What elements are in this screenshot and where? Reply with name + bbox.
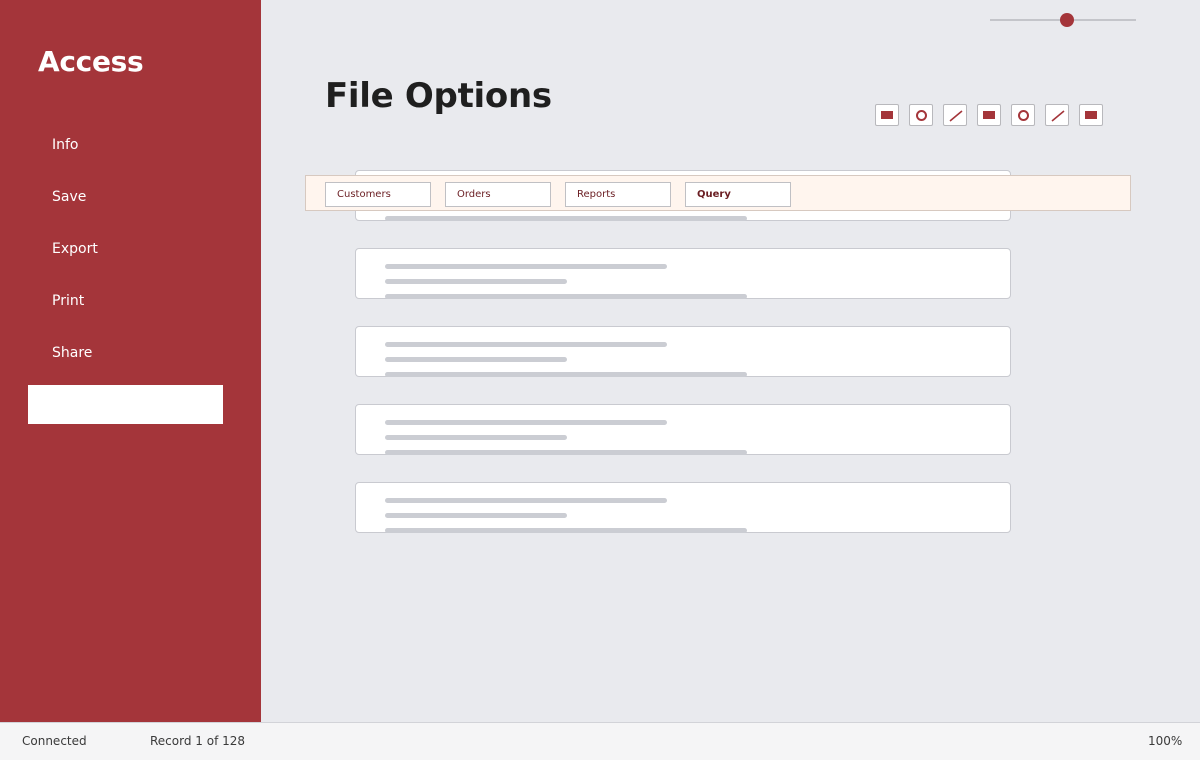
sidebar-item-share[interactable]: Share [52, 345, 92, 361]
placeholder-line [385, 420, 667, 425]
line-icon [949, 110, 963, 122]
line-tool-button[interactable] [1045, 104, 1069, 126]
tab-reports[interactable]: Reports [565, 182, 671, 207]
tab-orders[interactable]: Orders [445, 182, 551, 207]
option-card[interactable] [355, 404, 1011, 455]
sidebar: Access Info Save Export Print Share [0, 0, 261, 722]
rectangle-icon [881, 111, 893, 119]
sidebar-item-options-selected[interactable] [28, 385, 223, 424]
status-bar: Connected Record 1 of 128 100% [0, 722, 1200, 760]
placeholder-line [385, 372, 747, 377]
zoom-level: 100% [1148, 734, 1183, 748]
placeholder-line [385, 357, 567, 362]
rectangle-tool-button[interactable] [977, 104, 1001, 126]
line-tool-button[interactable] [943, 104, 967, 126]
placeholder-line [385, 279, 567, 284]
placeholder-line [385, 435, 567, 440]
rectangle-tool-button[interactable] [875, 104, 899, 126]
circle-icon [1018, 110, 1029, 121]
circle-tool-button[interactable] [1011, 104, 1035, 126]
option-card[interactable] [355, 326, 1011, 377]
app-title: Access [38, 45, 144, 78]
sidebar-item-save[interactable]: Save [52, 189, 86, 205]
sidebar-item-export[interactable]: Export [52, 241, 98, 257]
line-icon [1051, 110, 1065, 122]
rectangle-icon [983, 111, 995, 119]
rectangle-icon [1085, 111, 1097, 119]
circle-tool-button[interactable] [909, 104, 933, 126]
placeholder-line [385, 450, 747, 455]
placeholder-line [385, 342, 667, 347]
tab-query[interactable]: Query [685, 182, 791, 207]
sidebar-item-info[interactable]: Info [52, 137, 79, 153]
zoom-slider-handle[interactable] [1060, 13, 1074, 27]
record-counter: Record 1 of 128 [150, 734, 246, 748]
placeholder-line [385, 216, 747, 221]
connection-status: Connected [22, 734, 87, 748]
option-card[interactable] [355, 248, 1011, 299]
placeholder-line [385, 294, 747, 299]
circle-icon [916, 110, 927, 121]
page-title: File Options [325, 76, 552, 116]
object-tab-strip: Customers Orders Reports Query [305, 175, 1131, 211]
placeholder-line [385, 528, 747, 533]
rectangle-tool-button[interactable] [1079, 104, 1103, 126]
placeholder-line [385, 498, 667, 503]
tab-customers[interactable]: Customers [325, 182, 431, 207]
placeholder-line [385, 513, 567, 518]
sidebar-item-print[interactable]: Print [52, 293, 84, 309]
option-card[interactable] [355, 482, 1011, 533]
placeholder-line [385, 264, 667, 269]
